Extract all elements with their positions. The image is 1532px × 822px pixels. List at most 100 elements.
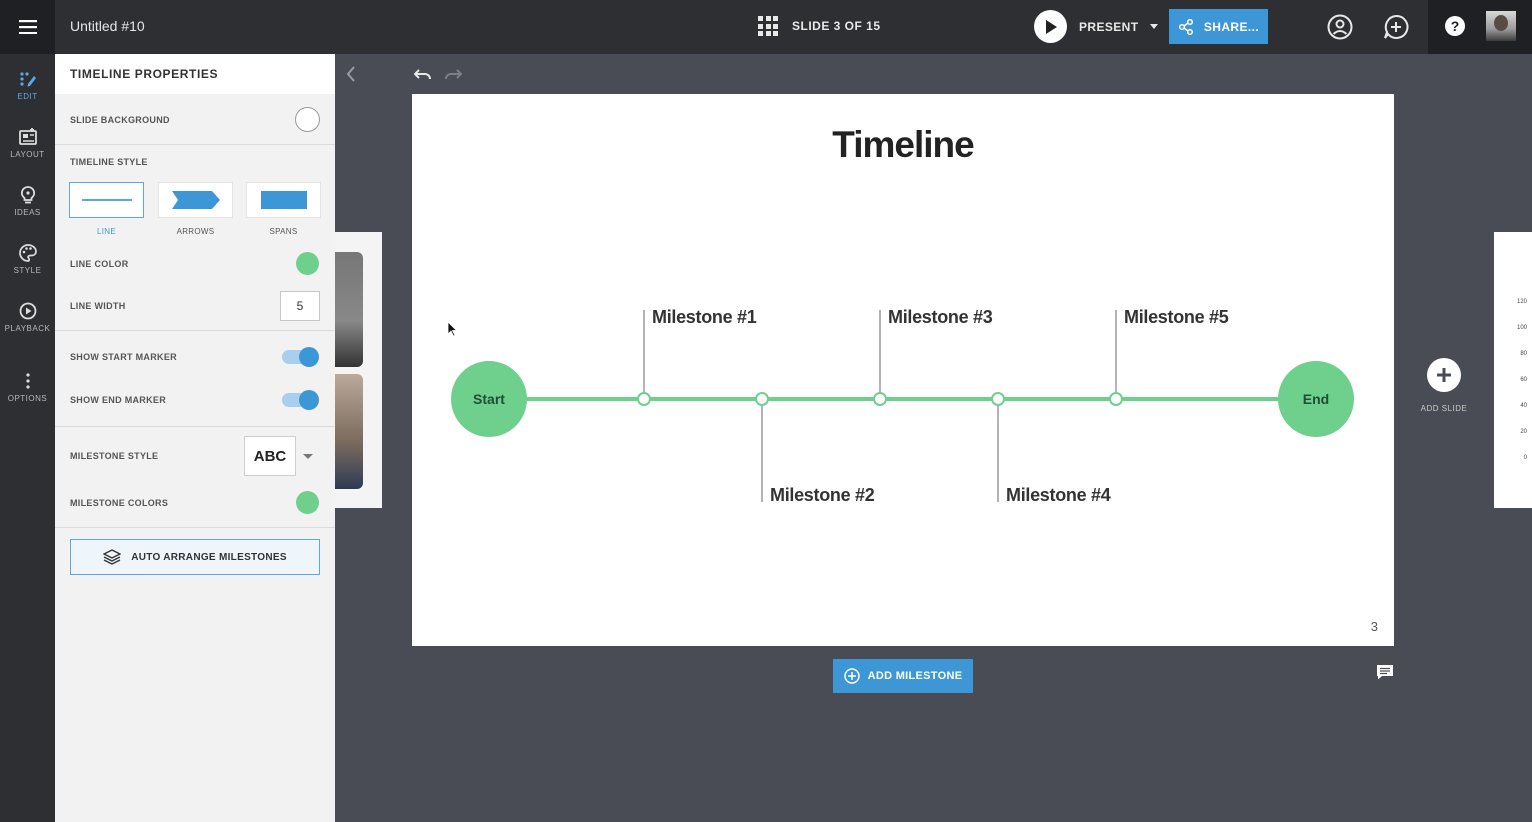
comments-button[interactable] <box>1383 14 1409 40</box>
add-slide-label: ADD SLIDE <box>1420 404 1468 413</box>
next-slide-thumbnail[interactable]: 120 100 80 60 40 20 0 <box>1494 232 1532 508</box>
document-title[interactable]: Untitled #10 <box>70 18 145 34</box>
comment-icon[interactable] <box>1376 664 1394 680</box>
span-style-icon <box>260 191 307 209</box>
nav-label: IDEAS <box>14 208 41 217</box>
nav-item-playback[interactable]: PLAYBACK <box>0 302 55 352</box>
add-milestone-label: ADD MILESTONE <box>867 670 963 682</box>
nav-item-layout[interactable]: LAYOUT <box>0 128 55 178</box>
nav-label: OPTIONS <box>7 394 48 403</box>
slide-number: 3 <box>1370 619 1378 634</box>
axis-tick: 40 <box>1520 403 1527 409</box>
milestone-style-select[interactable]: ABC <box>244 436 296 476</box>
lightbulb-icon <box>20 186 35 204</box>
divider <box>55 144 335 145</box>
divider <box>55 527 335 528</box>
axis-tick: 80 <box>1520 351 1527 357</box>
palette-icon <box>18 244 37 262</box>
slide-canvas[interactable]: Timeline Start End Milestone #1 Mileston… <box>412 94 1394 646</box>
timeline-style-label: TIMELINE STYLE <box>70 157 148 167</box>
show-end-marker-toggle[interactable] <box>282 390 319 410</box>
nav-item-ideas[interactable]: IDEAS <box>0 186 55 236</box>
milestone-colors-label: MILESTONE COLORS <box>70 498 169 508</box>
chevron-left-icon[interactable] <box>343 64 359 84</box>
axis-tick: 0 <box>1523 455 1527 461</box>
left-navigation: EDIT LAYOUT IDEAS STYLE PLAYBACK OPTIONS <box>0 54 55 822</box>
end-label[interactable]: End <box>1278 391 1354 407</box>
arrow-style-icon <box>171 191 220 209</box>
nav-item-style[interactable]: STYLE <box>0 244 55 294</box>
nav-label: PLAYBACK <box>4 324 51 333</box>
line-color-swatch[interactable] <box>296 252 319 275</box>
divider <box>55 426 335 427</box>
share-icon <box>1178 18 1193 35</box>
axis-tick: 60 <box>1520 377 1527 383</box>
nav-item-options[interactable]: OPTIONS <box>0 372 55 422</box>
layout-icon <box>18 128 37 145</box>
add-milestone-button[interactable]: ADD MILESTONE <box>833 659 973 693</box>
play-circle-icon <box>19 302 36 320</box>
layers-icon <box>103 549 122 565</box>
style-option-line[interactable] <box>69 182 144 218</box>
redo-icon[interactable] <box>444 66 462 82</box>
show-start-marker-toggle[interactable] <box>282 347 319 367</box>
milestone-marker[interactable] <box>1109 392 1123 406</box>
milestone-label-3[interactable]: Milestone #3 <box>888 307 993 328</box>
milestone-color-swatch[interactable] <box>296 491 319 514</box>
thumbnail-photo <box>335 374 363 489</box>
axis-tick: 100 <box>1516 325 1527 331</box>
auto-arrange-milestones-button[interactable]: AUTO ARRANGE MILESTONES <box>70 539 320 575</box>
top-bar: Untitled #10 SLIDE 3 OF 15 PRESENT SHARE… <box>0 0 1532 54</box>
more-vertical-icon <box>25 373 30 389</box>
slide-background-swatch[interactable] <box>295 107 320 132</box>
nav-item-edit[interactable]: EDIT <box>0 70 55 120</box>
axis-tick: 120 <box>1516 299 1527 305</box>
share-button[interactable]: SHARE... <box>1169 9 1268 44</box>
hamburger-menu-button[interactable] <box>0 0 55 54</box>
style-caption-line: LINE <box>97 227 116 236</box>
timeline-properties-panel: TIMELINE PROPERTIES SLIDE BACKGROUND TIM… <box>55 54 335 822</box>
milestone-label-2[interactable]: Milestone #2 <box>770 485 875 506</box>
milestone-marker[interactable] <box>873 392 887 406</box>
style-caption-arrows: ARROWS <box>176 227 215 236</box>
previous-slide-thumbnail[interactable] <box>335 232 382 508</box>
present-button[interactable]: PRESENT <box>1034 10 1159 43</box>
avatar[interactable] <box>1486 11 1516 41</box>
milestone-label-4[interactable]: Milestone #4 <box>1006 485 1111 506</box>
line-width-input[interactable]: 5 <box>280 291 320 321</box>
start-label[interactable]: Start <box>451 391 527 407</box>
account-button[interactable] <box>1327 14 1353 40</box>
nav-label: STYLE <box>13 266 42 275</box>
milestone-marker[interactable] <box>637 392 651 406</box>
grid-icon <box>758 16 778 36</box>
style-option-spans[interactable] <box>246 182 321 218</box>
show-end-marker-label: SHOW END MARKER <box>70 395 166 405</box>
milestone-label-5[interactable]: Milestone #5 <box>1124 307 1229 328</box>
plus-icon <box>1427 358 1461 392</box>
chevron-down-icon[interactable] <box>303 454 313 459</box>
milestone-style-label: MILESTONE STYLE <box>70 451 159 461</box>
milestone-marker[interactable] <box>755 392 769 406</box>
line-width-label: LINE WIDTH <box>70 301 126 311</box>
milestone-label-1[interactable]: Milestone #1 <box>652 307 757 328</box>
milestone-marker[interactable] <box>991 392 1005 406</box>
add-slide-button[interactable]: ADD SLIDE <box>1416 358 1472 413</box>
slide-counter-label: SLIDE 3 OF 15 <box>792 19 881 33</box>
panel-title: TIMELINE PROPERTIES <box>55 54 335 94</box>
line-style-icon <box>81 199 132 201</box>
undo-icon[interactable] <box>414 66 432 82</box>
style-caption-spans: SPANS <box>269 227 298 236</box>
mouse-cursor-icon <box>447 321 457 337</box>
thumbnail-photo <box>335 252 363 367</box>
axis-tick: 20 <box>1520 429 1527 435</box>
hamburger-icon <box>18 20 37 34</box>
style-option-arrows[interactable] <box>158 182 233 218</box>
present-label: PRESENT <box>1079 19 1139 34</box>
line-color-label: LINE COLOR <box>70 259 129 269</box>
help-area: ? <box>1428 0 1532 54</box>
share-label: SHARE... <box>1203 19 1260 34</box>
slide-counter[interactable]: SLIDE 3 OF 15 <box>758 16 881 36</box>
show-start-marker-label: SHOW START MARKER <box>70 352 177 362</box>
user-circle-icon <box>1327 14 1353 40</box>
help-icon[interactable]: ? <box>1445 16 1465 36</box>
